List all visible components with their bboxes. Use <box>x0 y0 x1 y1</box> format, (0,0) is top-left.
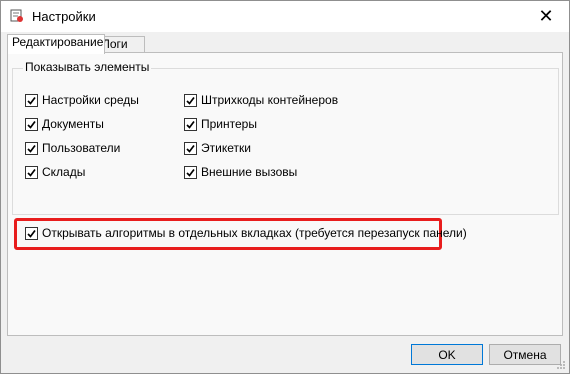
resize-grip-icon[interactable] <box>556 360 566 370</box>
checkbox-open-algorithms-in-tabs[interactable]: Открывать алгоритмы в отдельных вкладках… <box>25 224 467 242</box>
checkbox-label: Принтеры <box>201 117 257 131</box>
checkbox-label: Склады <box>42 165 86 179</box>
checked-checkbox-icon[interactable] <box>184 165 197 179</box>
checkbox-label: Открывать алгоритмы в отдельных вкладках… <box>42 226 467 240</box>
checked-checkbox-icon[interactable] <box>184 117 197 131</box>
checkbox-label: Штрихкоды контейнеров <box>201 93 339 107</box>
checkbox-label: Внешние вызовы <box>201 165 298 179</box>
checked-checkbox-icon[interactable] <box>25 226 38 240</box>
checked-checkbox-icon[interactable] <box>184 141 197 155</box>
checkbox-environment-settings[interactable]: Настройки среды <box>25 91 139 109</box>
checkbox-users[interactable]: Пользователи <box>25 139 120 157</box>
checkbox-label: Пользователи <box>42 141 121 155</box>
tab-editing[interactable]: Редактирование <box>7 34 105 54</box>
checkbox-label: Документы <box>42 117 104 131</box>
checkbox-labels[interactable]: Этикетки <box>184 139 251 157</box>
checkbox-container-barcodes[interactable]: Штрихкоды контейнеров <box>184 91 338 109</box>
checkbox-external-calls[interactable]: Внешние вызовы <box>184 163 297 181</box>
editing-tab-panel: Показывать элементы Настройки среды Доку… <box>7 52 563 336</box>
checkbox-printers[interactable]: Принтеры <box>184 115 257 133</box>
settings-app-icon <box>10 9 23 22</box>
title-bar[interactable]: Настройки ✕ <box>1 1 569 32</box>
checkbox-label: Настройки среды <box>42 93 139 107</box>
checked-checkbox-icon[interactable] <box>184 93 197 107</box>
close-button[interactable]: ✕ <box>523 1 569 32</box>
ok-button[interactable]: OK <box>411 344 483 365</box>
window-title: Настройки <box>32 9 96 24</box>
checked-checkbox-icon[interactable] <box>25 117 38 131</box>
show-elements-title: Показывать элементы <box>23 60 152 74</box>
settings-dialog: Настройки ✕ Редактирование Логи Показыва… <box>0 0 570 374</box>
checkbox-warehouses[interactable]: Склады <box>25 163 85 181</box>
cancel-button[interactable]: Отмена <box>489 344 561 365</box>
checkbox-documents[interactable]: Документы <box>25 115 104 133</box>
checked-checkbox-icon[interactable] <box>25 93 38 107</box>
checkbox-label: Этикетки <box>201 141 251 155</box>
open-algorithms-highlight: Открывать алгоритмы в отдельных вкладках… <box>14 218 467 250</box>
show-elements-group: Показывать элементы Настройки среды Доку… <box>12 60 559 215</box>
checked-checkbox-icon[interactable] <box>25 165 38 179</box>
checked-checkbox-icon[interactable] <box>25 141 38 155</box>
close-icon: ✕ <box>538 6 554 26</box>
